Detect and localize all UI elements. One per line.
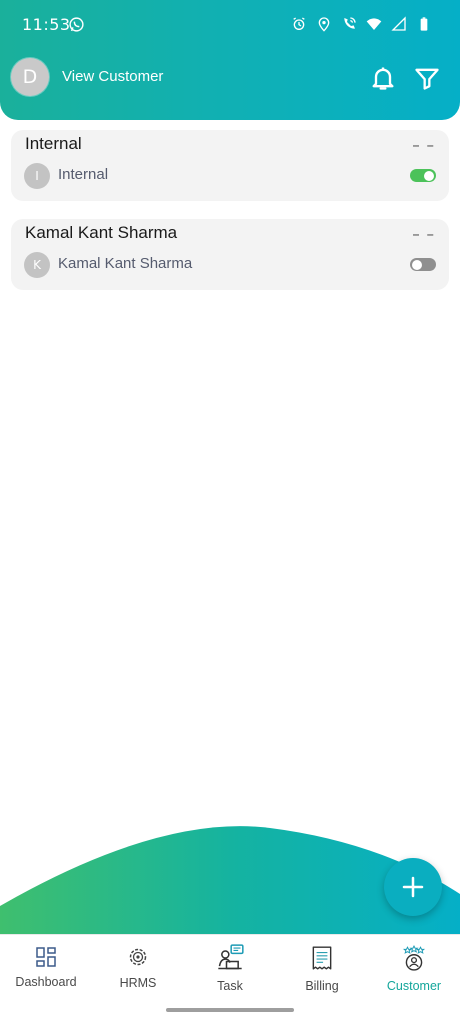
- task-icon: [218, 944, 244, 970]
- nav-label: Billing: [305, 979, 339, 993]
- customer-status-toggle[interactable]: [410, 169, 436, 182]
- plus-icon: [402, 876, 424, 898]
- customer-card-title: Kamal Kant Sharma: [25, 223, 178, 242]
- hrms-gear-icon: [129, 948, 147, 966]
- nav-label: Dashboard: [15, 975, 77, 989]
- filter-button[interactable]: [413, 64, 441, 92]
- nav-label: HRMS: [119, 976, 157, 990]
- customer-status-toggle[interactable]: [410, 258, 436, 271]
- nav-label: Task: [217, 979, 243, 993]
- customer-card-dash: – –: [412, 136, 435, 154]
- customer-card-title: Internal: [25, 134, 82, 153]
- billing-receipt-icon: [312, 946, 332, 970]
- customer-card[interactable]: Kamal Kant Sharma – – K Kamal Kant Sharm…: [11, 219, 449, 290]
- toggle-knob: [412, 259, 422, 270]
- app-header: 11:53 D View Customer: [0, 0, 460, 120]
- home-indicator[interactable]: [166, 1008, 294, 1012]
- dashboard-icon: [36, 947, 56, 967]
- wifi-icon: [366, 16, 382, 32]
- status-time: 11:53: [22, 15, 71, 34]
- page-title: View Customer: [62, 68, 164, 85]
- battery-icon: [416, 16, 432, 32]
- nav-task[interactable]: Task: [184, 935, 276, 997]
- status-icons: [291, 16, 432, 32]
- customer-icon: [402, 944, 426, 971]
- nav-dashboard[interactable]: Dashboard: [0, 935, 92, 997]
- customer-avatar: K: [24, 252, 50, 278]
- user-avatar[interactable]: D: [11, 58, 49, 96]
- nav-hrms[interactable]: HRMS: [92, 935, 184, 997]
- customer-name: Internal: [58, 166, 109, 183]
- wifi-call-icon: [341, 16, 357, 32]
- nav-customer[interactable]: Customer: [368, 935, 460, 997]
- notification-button[interactable]: [369, 64, 397, 92]
- customer-card-dash: – –: [412, 225, 435, 243]
- nav-label: Customer: [386, 979, 442, 993]
- toggle-knob: [424, 170, 434, 181]
- bell-icon: [372, 67, 394, 90]
- customer-card[interactable]: Internal – – I Internal: [11, 130, 449, 201]
- nav-billing[interactable]: Billing: [276, 935, 368, 997]
- customer-name: Kamal Kant Sharma: [58, 255, 193, 272]
- location-icon: [316, 16, 332, 32]
- signal-icon: [391, 16, 407, 32]
- alarm-icon: [291, 16, 307, 32]
- customer-avatar: I: [24, 163, 50, 189]
- filter-icon: [415, 68, 439, 90]
- add-customer-button[interactable]: [384, 858, 442, 916]
- whatsapp-icon: [68, 16, 85, 33]
